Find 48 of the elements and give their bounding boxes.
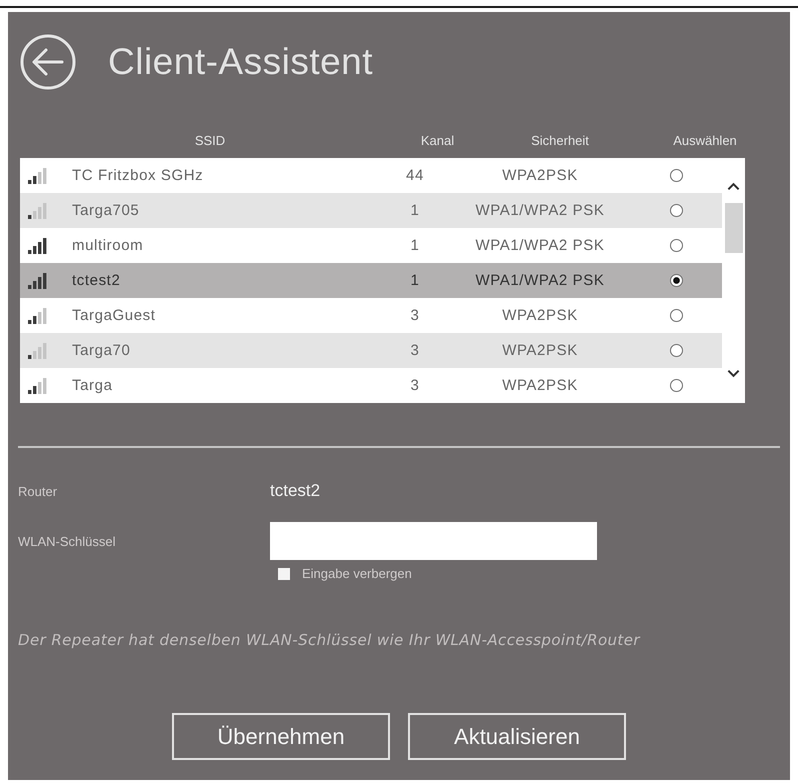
security-cell: WPA2PSK [502, 342, 578, 359]
channel-cell: 1 [410, 237, 420, 254]
radio-button[interactable] [670, 239, 683, 252]
security-cell: WPA2PSK [502, 377, 578, 394]
hint-text: Der Repeater hat denselben WLAN-Schlüssel wie Ihr WLAN-Accesspoint/Router [18, 631, 640, 649]
channel-cell: 1 [410, 272, 420, 289]
ssid-cell: Targa70 [72, 342, 130, 359]
ssid-cell: multiroom [72, 237, 144, 254]
radio-button[interactable] [670, 169, 683, 182]
channel-cell: 3 [410, 377, 420, 394]
radio-button[interactable] [670, 379, 683, 392]
scroll-up-icon[interactable] [727, 182, 740, 191]
column-header: SSID [194, 132, 226, 148]
channel-cell: 3 [410, 307, 420, 324]
router-name: tctest2 [270, 481, 320, 501]
ssid-cell: Targa705 [72, 202, 140, 219]
network-row[interactable]: Targa70 3 WPA2PSK [20, 333, 722, 368]
scroll-down-icon[interactable] [727, 369, 740, 378]
security-cell: WPA1/WPA2 PSK [476, 237, 604, 254]
security-cell: WPA2PSK [502, 167, 578, 184]
column-header: Kanal [420, 132, 454, 148]
radio-button[interactable] [670, 274, 683, 287]
dialog-button[interactable]: Übernehmen [172, 713, 390, 760]
column-header: Auswählen [673, 132, 737, 148]
router-label: Router [18, 484, 58, 498]
page-title: Client-Assistent [108, 42, 374, 82]
network-row[interactable]: Targa705 1 WPA1/WPA2 PSK [20, 193, 722, 228]
scrollbar-thumb[interactable] [724, 203, 742, 253]
ssid-cell: TC Fritzbox SGHz [72, 167, 204, 184]
hide-input-label: Eingabe verbergen [302, 566, 412, 581]
radio-button[interactable] [670, 344, 683, 357]
network-row[interactable]: tctest2 1 WPA1/WPA2 PSK [20, 263, 722, 298]
channel-cell: 44 [406, 167, 424, 184]
ssid-cell: tctest2 [72, 272, 120, 289]
ssid-cell: TargaGuest [72, 307, 156, 324]
hide-input-checkbox[interactable] [278, 568, 290, 580]
key-label: WLAN-Schlüssel [18, 534, 116, 548]
key-input-field[interactable] [270, 522, 597, 560]
ssid-cell: Targa [72, 377, 113, 394]
channel-cell: 3 [410, 342, 420, 359]
dialog-button[interactable]: Aktualisieren [408, 713, 626, 760]
security-cell: WPA2PSK [502, 307, 578, 324]
radio-button[interactable] [670, 204, 683, 217]
security-cell: WPA1/WPA2 PSK [476, 202, 604, 219]
column-header: Sicherheit [531, 132, 589, 148]
channel-cell: 1 [410, 202, 420, 219]
radio-button[interactable] [670, 309, 683, 322]
security-cell: WPA1/WPA2 PSK [476, 272, 604, 289]
